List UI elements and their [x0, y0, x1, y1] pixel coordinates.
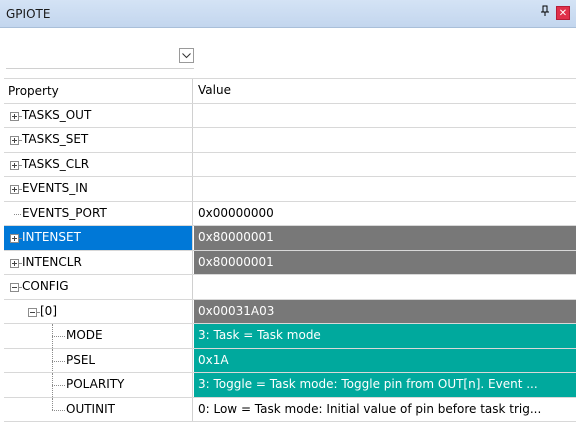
property-value[interactable] — [194, 177, 576, 201]
property-value[interactable]: 0: Low = Task mode: Initial value of pin… — [194, 397, 576, 421]
property-name: PSEL — [66, 352, 96, 367]
property-name-cell[interactable]: PSEL — [4, 348, 193, 372]
property-row[interactable]: CONFIG — [4, 275, 576, 300]
pin-icon[interactable] — [538, 5, 552, 21]
expand-icon[interactable] — [10, 234, 19, 243]
tree-connector — [52, 324, 53, 348]
property-value[interactable] — [194, 275, 576, 299]
expand-icon[interactable] — [10, 185, 19, 194]
collapse-icon[interactable] — [28, 307, 37, 317]
property-name: INTENSET — [22, 230, 81, 244]
tree-connector — [37, 311, 39, 313]
property-name-cell[interactable]: INTENSET — [4, 226, 193, 250]
property-value[interactable]: 0x80000001 — [194, 250, 576, 274]
tree-connector — [19, 164, 21, 166]
property-name: POLARITY — [66, 377, 125, 391]
collapse-icon[interactable] — [10, 283, 19, 292]
tree-connector — [52, 336, 65, 337]
filter-dropdown[interactable] — [6, 46, 194, 69]
close-button[interactable]: ✕ — [556, 6, 570, 20]
window-titlebar: GPIOTE ✕ — [0, 0, 576, 28]
property-value[interactable]: 0x80000001 — [194, 226, 576, 250]
tree-connector — [52, 397, 53, 410]
tree-connector — [19, 140, 21, 141]
property-row[interactable]: TASKS_OUT — [4, 103, 576, 128]
grid-header: Property Value — [4, 79, 576, 104]
property-row[interactable]: OUTINIT 0: Low = Task mode: Initial value… — [4, 397, 576, 422]
property-row[interactable]: INTENSET 0x80000001 — [4, 226, 576, 251]
property-row[interactable]: EVENTS_PORT 0x00000000 — [4, 201, 576, 226]
property-name: MODE — [66, 328, 103, 342]
tree-connector — [14, 213, 21, 215]
column-header-property[interactable]: Property — [4, 79, 193, 103]
tree-connector — [52, 385, 65, 386]
property-name: TASKS_SET — [22, 132, 89, 146]
property-name: EVENTS_IN — [22, 181, 88, 195]
property-value[interactable] — [194, 128, 576, 152]
property-name-cell[interactable]: TASKS_SET — [4, 128, 193, 152]
property-name: TASKS_OUT — [22, 107, 92, 122]
column-header-value[interactable]: Value — [194, 79, 576, 103]
property-name: EVENTS_PORT — [22, 205, 107, 220]
property-row[interactable]: EVENTS_IN — [4, 177, 576, 202]
toolbar — [0, 29, 576, 77]
property-row[interactable]: TASKS_CLR — [4, 152, 576, 177]
expand-icon[interactable] — [10, 111, 19, 121]
tree-connector — [19, 262, 21, 264]
property-name: OUTINIT — [66, 401, 115, 416]
property-name-cell[interactable]: MODE — [4, 324, 193, 348]
property-value[interactable]: 3: Task = Task mode — [194, 324, 576, 348]
property-name-cell[interactable]: POLARITY — [4, 373, 193, 397]
property-name: TASKS_CLR — [22, 156, 90, 171]
column-header-property-label: Property — [8, 84, 59, 98]
dropdown-button[interactable] — [179, 48, 194, 63]
property-value[interactable]: 3: Toggle = Task mode: Toggle pin from O… — [194, 373, 576, 397]
property-name-cell[interactable]: TASKS_CLR — [4, 152, 193, 176]
property-value[interactable]: 0x00031A03 — [194, 299, 576, 323]
property-name: CONFIG — [22, 279, 69, 293]
property-row[interactable]: INTENCLR 0x80000001 — [4, 250, 576, 275]
close-icon: ✕ — [558, 8, 568, 19]
tree-connector — [19, 189, 21, 190]
tree-connector — [52, 373, 53, 397]
property-row[interactable]: [0] 0x00031A03 — [4, 299, 576, 324]
property-value[interactable] — [194, 104, 576, 128]
property-grid: Property Value TASKS_OUT TASKS_SET TASKS_C… — [4, 78, 576, 422]
property-value[interactable] — [194, 153, 576, 177]
property-row[interactable]: POLARITY 3: Toggle = Task mode: Toggle pi… — [4, 373, 576, 398]
property-name: [0] — [40, 303, 57, 318]
property-name-cell[interactable]: TASKS_OUT — [4, 103, 193, 127]
expand-icon[interactable] — [10, 160, 19, 170]
property-value[interactable]: 0x00000000 — [194, 201, 576, 225]
property-name-cell[interactable]: EVENTS_PORT — [4, 201, 193, 225]
property-value[interactable]: 0x1A — [194, 348, 576, 372]
property-name-cell[interactable]: INTENCLR — [4, 250, 193, 274]
property-name-cell[interactable]: EVENTS_IN — [4, 177, 193, 201]
property-name: INTENCLR — [22, 254, 82, 269]
property-name-cell[interactable]: [0] — [4, 299, 193, 323]
expand-icon[interactable] — [10, 136, 19, 145]
tree-connector — [52, 348, 53, 372]
tree-connector — [19, 238, 21, 239]
property-name-cell[interactable]: OUTINIT — [4, 397, 193, 421]
tree-connector — [19, 287, 21, 288]
property-row[interactable]: MODE 3: Task = Task mode — [4, 324, 576, 349]
chevron-down-icon — [182, 53, 191, 59]
property-row[interactable]: TASKS_SET — [4, 128, 576, 153]
window-title: GPIOTE — [6, 7, 51, 21]
tree-connector — [19, 115, 21, 117]
property-row[interactable]: PSEL 0x1A — [4, 348, 576, 373]
tree-connector — [52, 409, 65, 411]
tree-connector — [52, 360, 65, 362]
property-name-cell[interactable]: CONFIG — [4, 275, 193, 299]
expand-icon[interactable] — [10, 258, 19, 268]
